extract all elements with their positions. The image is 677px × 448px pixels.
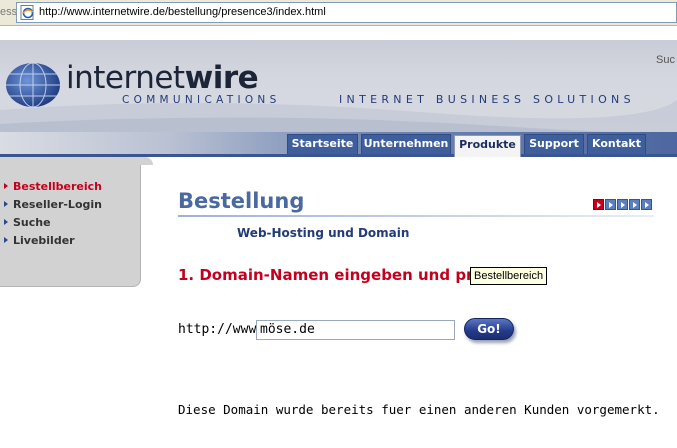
step-arrow-icon	[617, 199, 628, 210]
title-divider	[178, 215, 654, 217]
sidebar-item-suche[interactable]: Suche	[4, 216, 51, 229]
step-arrow-icon	[629, 199, 640, 210]
browser-address-bar: ess http://www.internetwire.de/bestellun…	[0, 0, 677, 26]
arrow-right-icon	[4, 201, 8, 207]
toolbar-label: ess	[0, 6, 18, 18]
arrow-right-icon	[4, 183, 8, 189]
tab-kontakt[interactable]: Kontakt	[587, 134, 646, 154]
brand-subline: COMMUNICATIONS	[122, 94, 281, 106]
sidebar-top-edge	[0, 157, 153, 165]
sidebar-item-label: Livebilder	[13, 234, 75, 247]
url-text[interactable]: http://www.internetwire.de/bestellung/pr…	[39, 6, 326, 18]
tab-startseite[interactable]: Startseite	[287, 134, 358, 154]
tooltip: Bestellbereich	[470, 267, 548, 285]
sidebar-item-bestellbereich[interactable]: Bestellbereich	[4, 180, 102, 193]
go-button[interactable]: Go!	[464, 318, 514, 340]
header-search-label[interactable]: Suc	[656, 54, 675, 66]
sidebar-item-label: Reseller-Login	[13, 198, 102, 211]
header-tagline: INTERNET BUSINESS SOLUTIONS	[339, 93, 635, 106]
globe-logo-icon	[6, 62, 60, 108]
arrow-right-icon	[4, 237, 8, 243]
step-arrow-icon	[605, 199, 616, 210]
page-subtitle: Web-Hosting und Domain	[237, 226, 410, 240]
brand-wordmark: internetwire	[66, 60, 259, 96]
step-arrow-icon	[641, 199, 652, 210]
brand-part2: wire	[184, 60, 259, 96]
tab-support[interactable]: Support	[524, 134, 584, 154]
brand-part1: internet	[66, 60, 185, 96]
step-heading: 1. Domain-Namen eingeben und prüfe	[178, 266, 501, 284]
arrow-right-icon	[4, 219, 8, 225]
sidebar-item-livebilder[interactable]: Livebilder	[4, 234, 75, 247]
sidebar-item-reseller-login[interactable]: Reseller-Login	[4, 198, 102, 211]
page-title: Bestellung	[178, 189, 305, 213]
sidebar-item-label: Suche	[13, 216, 51, 229]
step-indicator	[593, 199, 652, 211]
domain-input[interactable]: möse.de	[256, 320, 455, 340]
url-field[interactable]: http://www.internetwire.de/bestellung/pr…	[16, 2, 677, 23]
step-arrow-icon	[593, 199, 604, 210]
status-message: Diese Domain wurde bereits fuer einen an…	[178, 402, 660, 417]
sidebar-item-label: Bestellbereich	[13, 180, 102, 193]
tab-unternehmen[interactable]: Unternehmen	[361, 134, 451, 154]
ie-page-icon	[20, 5, 34, 20]
tab-produkte[interactable]: Produkte	[454, 135, 521, 157]
domain-prefix-label: http://www.	[178, 322, 265, 337]
